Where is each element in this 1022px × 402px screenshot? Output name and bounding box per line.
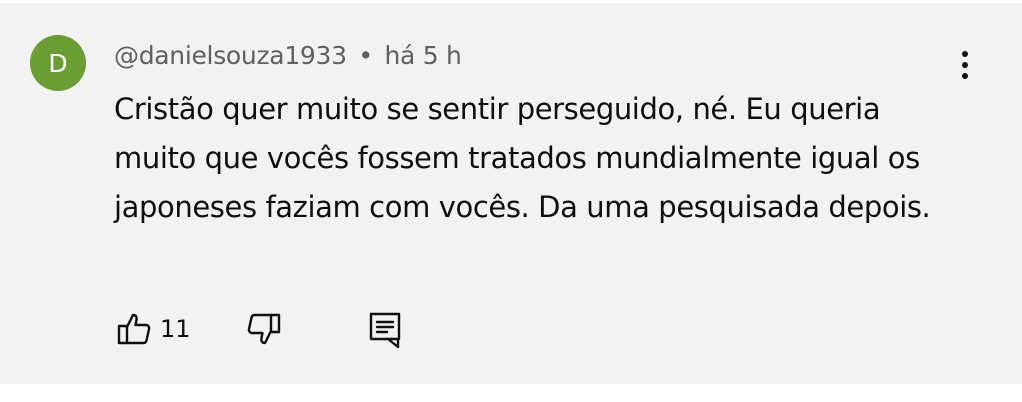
reply-button[interactable] [368, 311, 402, 349]
comment-meta: @danielsouza1933 • há 5 h [114, 41, 462, 70]
thumbs-down-icon [247, 313, 281, 345]
author-handle[interactable]: @danielsouza1933 [114, 41, 347, 70]
more-vertical-icon [962, 51, 968, 79]
meta-separator: • [358, 41, 373, 70]
like-count: 11 [160, 315, 191, 343]
more-options-button[interactable] [945, 43, 985, 87]
dislike-button[interactable] [246, 311, 282, 347]
avatar[interactable]: D [30, 35, 86, 91]
comment-card: D @danielsouza1933 • há 5 h Cristão quer… [0, 4, 1022, 384]
comment-time[interactable]: há 5 h [385, 41, 462, 70]
comment-text: Cristão quer muito se sentir perseguido,… [114, 92, 931, 224]
like-button[interactable]: 11 [116, 311, 191, 347]
avatar-letter: D [48, 48, 68, 78]
thumbs-up-icon [117, 313, 151, 345]
reply-comment-icon [369, 312, 401, 349]
